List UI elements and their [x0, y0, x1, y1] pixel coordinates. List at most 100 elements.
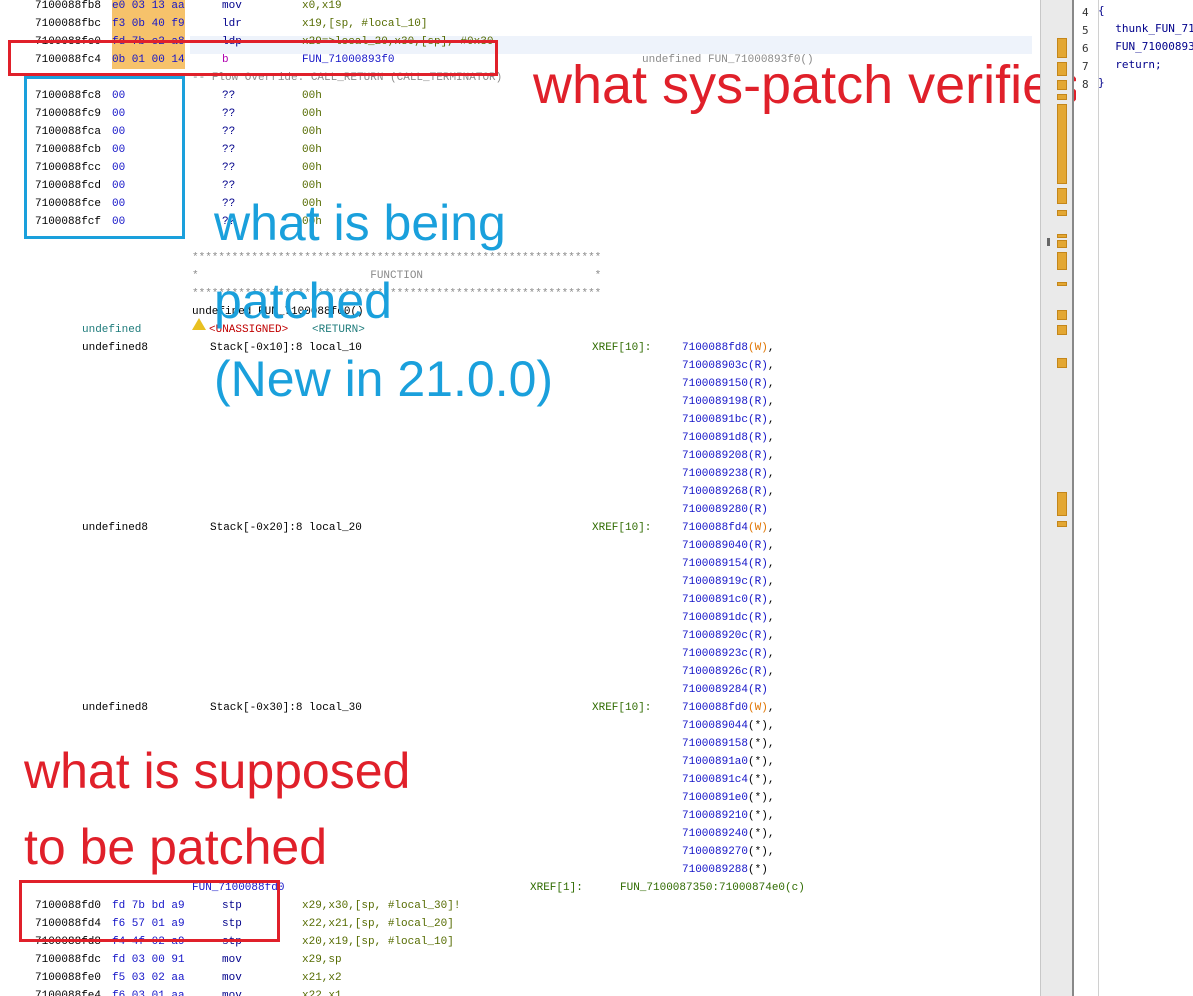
decompiler-code-line[interactable]: return; [1102, 58, 1161, 71]
xref-entry[interactable]: 7100088fd0(W), [682, 699, 774, 717]
overview-cursor-tick [1047, 238, 1050, 246]
listing-row[interactable]: 7100088fe0 f5 03 02 aa mov x21,x2 [0, 969, 1040, 987]
xref-entry[interactable]: 7100089288(*) [682, 861, 768, 879]
decompiler-line-number: 6 [1082, 42, 1089, 55]
decompiler-code-line[interactable]: } [1098, 76, 1105, 89]
operands: x29,x30,[sp, #local_30]! [302, 900, 461, 912]
xref-entry[interactable]: 7100089208(R), [682, 447, 774, 465]
xref-entry[interactable]: 7100089268(R), [682, 483, 774, 501]
overview-marker[interactable] [1057, 358, 1067, 368]
xref-entry[interactable]: 7100089280(R) [682, 501, 768, 519]
red-box-expected-patch [19, 880, 280, 942]
decompiler-code-line[interactable]: FUN_71000893 [1102, 40, 1193, 53]
overview-marker[interactable] [1057, 282, 1067, 286]
listing-row[interactable]: 7100088fe4 f6 03 01 aa mov x22,x1 [0, 987, 1040, 996]
mnemonic: mov [222, 954, 242, 966]
annotation-sys-patch-verifies: what sys-patch verifies [533, 55, 1080, 115]
listing-row[interactable]: 7100088fb8 e0 03 13 aa mov x0,x19 [0, 0, 1040, 15]
decompiler-code-line[interactable]: thunk_FUN_71 [1102, 22, 1193, 35]
xref-entry[interactable]: 7100089198(R), [682, 393, 774, 411]
address: 7100088fdc [35, 954, 102, 966]
local-variable-location: Stack[-0x30]:8 local_30 [210, 702, 362, 714]
decompiler-line-number: 4 [1082, 6, 1089, 19]
instruction-bytes: f5 03 02 aa [112, 972, 185, 984]
overview-marker[interactable] [1057, 104, 1067, 184]
overview-marker[interactable] [1057, 521, 1067, 527]
xref-entry[interactable]: 7100088fd8(W), [682, 339, 774, 357]
xref-entry[interactable]: 7100088fd4(W), [682, 519, 774, 537]
xref-entry[interactable]: 7100089210(*), [682, 807, 774, 825]
mnemonic: ?? [222, 144, 236, 156]
overview-marker[interactable] [1057, 234, 1067, 238]
instruction-bytes: e0 03 13 aa [112, 0, 185, 15]
address: 7100088fe4 [35, 990, 102, 996]
overview-marker[interactable] [1057, 492, 1067, 516]
xref-entry[interactable]: 7100089270(*), [682, 843, 774, 861]
overview-marker[interactable] [1057, 252, 1067, 270]
decompiler-code-line[interactable]: { [1098, 4, 1105, 17]
local-variable-type: undefined8 [82, 522, 149, 534]
annotation-supposed-to-be-patched: what is supposed to be patched [24, 733, 410, 885]
xref-entry[interactable]: 71000891dc(R), [682, 609, 774, 627]
xref-count: XREF[10]: [592, 342, 652, 354]
instruction-bytes: f3 0b 40 f9 [112, 15, 185, 33]
operands: x22,x21,[sp, #local_20] [302, 918, 454, 930]
local-variable-location: Stack[-0x20]:8 local_20 [210, 522, 362, 534]
xref-entry[interactable]: 710008903c(R), [682, 357, 774, 375]
return-type: undefined [82, 324, 142, 336]
xref-entry[interactable]: 710008919c(R), [682, 573, 774, 591]
mnemonic: mov [222, 990, 242, 996]
xref-entry[interactable]: 7100089240(*), [682, 825, 774, 843]
mnemonic: ?? [222, 162, 236, 174]
address: 7100088fb8 [35, 0, 102, 12]
function-xref-entry[interactable]: FUN_7100087350:71000874e0(c) [620, 879, 805, 897]
xref-entry[interactable]: 7100089238(R), [682, 465, 774, 483]
mnemonic: mov [222, 972, 242, 984]
overview-marker[interactable] [1057, 210, 1067, 216]
xref-entry[interactable]: 71000891bc(R), [682, 411, 774, 429]
xref-entry[interactable]: 71000891d8(R), [682, 429, 774, 447]
overview-marker[interactable] [1057, 188, 1067, 204]
operands: x0,x19 [302, 0, 342, 12]
overview-marker[interactable] [1057, 38, 1067, 58]
local-variable-type: undefined8 [82, 702, 149, 714]
xref-entry[interactable]: 71000891a0(*), [682, 753, 774, 771]
operands: x19,[sp, #local_10] [302, 18, 428, 30]
overview-scrollbar[interactable] [1040, 0, 1074, 996]
xref-entry[interactable]: 7100089044(*), [682, 717, 774, 735]
overview-marker[interactable] [1057, 80, 1067, 90]
operands: 00h [302, 90, 322, 102]
overview-marker[interactable] [1057, 310, 1067, 320]
xref-entry[interactable]: 7100089154(R), [682, 555, 774, 573]
xref-entry[interactable]: 710008923c(R), [682, 645, 774, 663]
line-number-gutter [1076, 0, 1099, 996]
listing-row[interactable]: 7100088fbc f3 0b 40 f9 ldr x19,[sp, #local_… [0, 15, 1040, 33]
overview-marker[interactable] [1057, 240, 1067, 248]
annotation-line: (New in 21.0.0) [214, 351, 554, 407]
xref-entry[interactable]: 71000891e0(*), [682, 789, 774, 807]
mnemonic: ?? [222, 90, 236, 102]
xref-entry[interactable]: 71000891c0(R), [682, 591, 774, 609]
xref-count: XREF[10]: [592, 522, 652, 534]
xref-count: XREF[10]: [592, 702, 652, 714]
operands: x22,x1 [302, 990, 342, 996]
overview-marker[interactable] [1057, 62, 1067, 76]
xref-entry[interactable]: 7100089158(*), [682, 735, 774, 753]
operands: 00h [302, 108, 322, 120]
operands: 00h [302, 126, 322, 138]
instruction-bytes: fd 03 00 91 [112, 954, 185, 966]
warning-icon [192, 318, 206, 330]
xref-entry[interactable]: 710008926c(R), [682, 663, 774, 681]
xref-entry[interactable]: 71000891c4(*), [682, 771, 774, 789]
overview-marker[interactable] [1057, 325, 1067, 335]
xref-entry[interactable]: 7100089284(R) [682, 681, 768, 699]
red-box-verified-instruction [8, 40, 498, 76]
xref-entry[interactable]: 7100089040(R), [682, 537, 774, 555]
operands: x29,sp [302, 954, 342, 966]
listing-row[interactable]: 7100088fdc fd 03 00 91 mov x29,sp [0, 951, 1040, 969]
xref-entry[interactable]: 710008920c(R), [682, 627, 774, 645]
decompiler-line-number: 8 [1082, 78, 1089, 91]
overview-marker[interactable] [1057, 94, 1067, 100]
mnemonic: ?? [222, 108, 236, 120]
xref-entry[interactable]: 7100089150(R), [682, 375, 774, 393]
